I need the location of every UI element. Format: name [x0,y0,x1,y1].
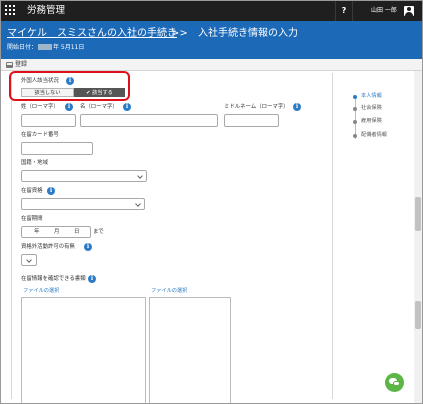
scrollbar-thumb-lower[interactable] [415,301,421,329]
chat-icon[interactable] [385,373,404,392]
nav-item-employment-insurance[interactable]: 雇用保険 [361,118,382,125]
user-name[interactable]: 山田 一郎 [371,7,397,15]
residence-period-label: 在留期間 [21,216,43,222]
apps-grid-icon[interactable] [5,5,17,17]
nav-dot [353,120,357,124]
period-until: まで [93,229,104,235]
register-icon[interactable] [6,62,13,68]
user-icon[interactable] [404,6,414,16]
chevron-down-icon [137,173,143,179]
nav-dot-active [353,95,357,99]
start-date-label: 開始日付： [7,44,38,51]
nav-dot [353,134,357,138]
breadcrumb-separator: >> [171,28,188,39]
period-day: 日 [74,229,80,235]
work-permit-select[interactable] [21,254,37,266]
info-icon[interactable]: i [123,103,131,111]
nationality-label: 国籍・地域 [21,160,48,166]
chevron-down-icon [26,257,32,263]
residence-card-label: 在留カード番号 [21,132,59,138]
period-month: 月 [54,229,60,235]
info-icon[interactable]: i [47,187,55,195]
highlight-box [9,71,130,101]
residence-status-label: 在留資格 [21,188,43,194]
info-icon[interactable]: i [84,243,92,251]
file-select-link-1[interactable]: ファイルの選択 [23,288,59,295]
window-frame: 労務管理 ? 山田 一郎 マイケル スミスさんの入社の手続き >> 入社手続き情… [0,0,423,404]
residence-status-select[interactable] [21,198,145,210]
documents-label: 在留情報を確認できる書類 [21,276,86,282]
help-button[interactable]: ? [335,1,353,21]
scrollbar[interactable] [414,71,422,403]
toolbar: 登録 [1,59,422,71]
last-name-input[interactable] [21,114,76,127]
last-name-label: 姓（ローマ字） [21,104,59,110]
nav-item-social-insurance[interactable]: 社会保険 [361,105,382,112]
page-header: マイケル スミスさんの入社の手続き >> 入社手続き情報の入力 開始日付： 年 5… [1,21,422,59]
chevron-down-icon [135,201,141,207]
nav-item-personal[interactable]: 本人情報 [361,93,382,100]
work-permit-label: 資格外活動許可の有無 [21,244,75,250]
nav-item-spouse[interactable]: 配偶者情報 [361,132,387,139]
nav-dot [353,107,357,111]
residence-period-input[interactable]: 年 月 日 [21,226,91,238]
file-drop-area-1[interactable] [21,297,146,403]
info-icon[interactable]: i [293,103,301,111]
file-select-link-2[interactable]: ファイルの選択 [151,288,187,295]
file-drop-area-2[interactable] [149,297,231,403]
period-year: 年 [34,229,40,235]
scrollbar-thumb[interactable] [415,197,421,231]
app-title: 労務管理 [27,5,66,16]
nationality-select[interactable] [21,170,147,182]
middle-name-label: ミドルネーム（ローマ字） [224,104,289,110]
register-button[interactable]: 登録 [15,61,27,69]
start-date-value: 年 5月11日 [53,44,85,51]
top-bar: 労務管理 ? 山田 一郎 [1,1,422,21]
nav-line [355,97,356,139]
residence-card-input[interactable] [21,142,93,155]
masked-year [38,44,53,50]
breadcrumb-link[interactable]: マイケル スミスさんの入社の手続き [7,27,177,40]
page-title: 入社手続き情報の入力 [198,28,298,39]
info-icon[interactable]: i [65,103,73,111]
first-name-label: 名（ローマ字） [80,104,118,110]
first-name-input[interactable] [80,114,218,127]
start-date: 開始日付： 年 5月11日 [7,44,84,52]
info-icon[interactable]: i [88,275,96,283]
middle-name-input[interactable] [224,114,279,127]
